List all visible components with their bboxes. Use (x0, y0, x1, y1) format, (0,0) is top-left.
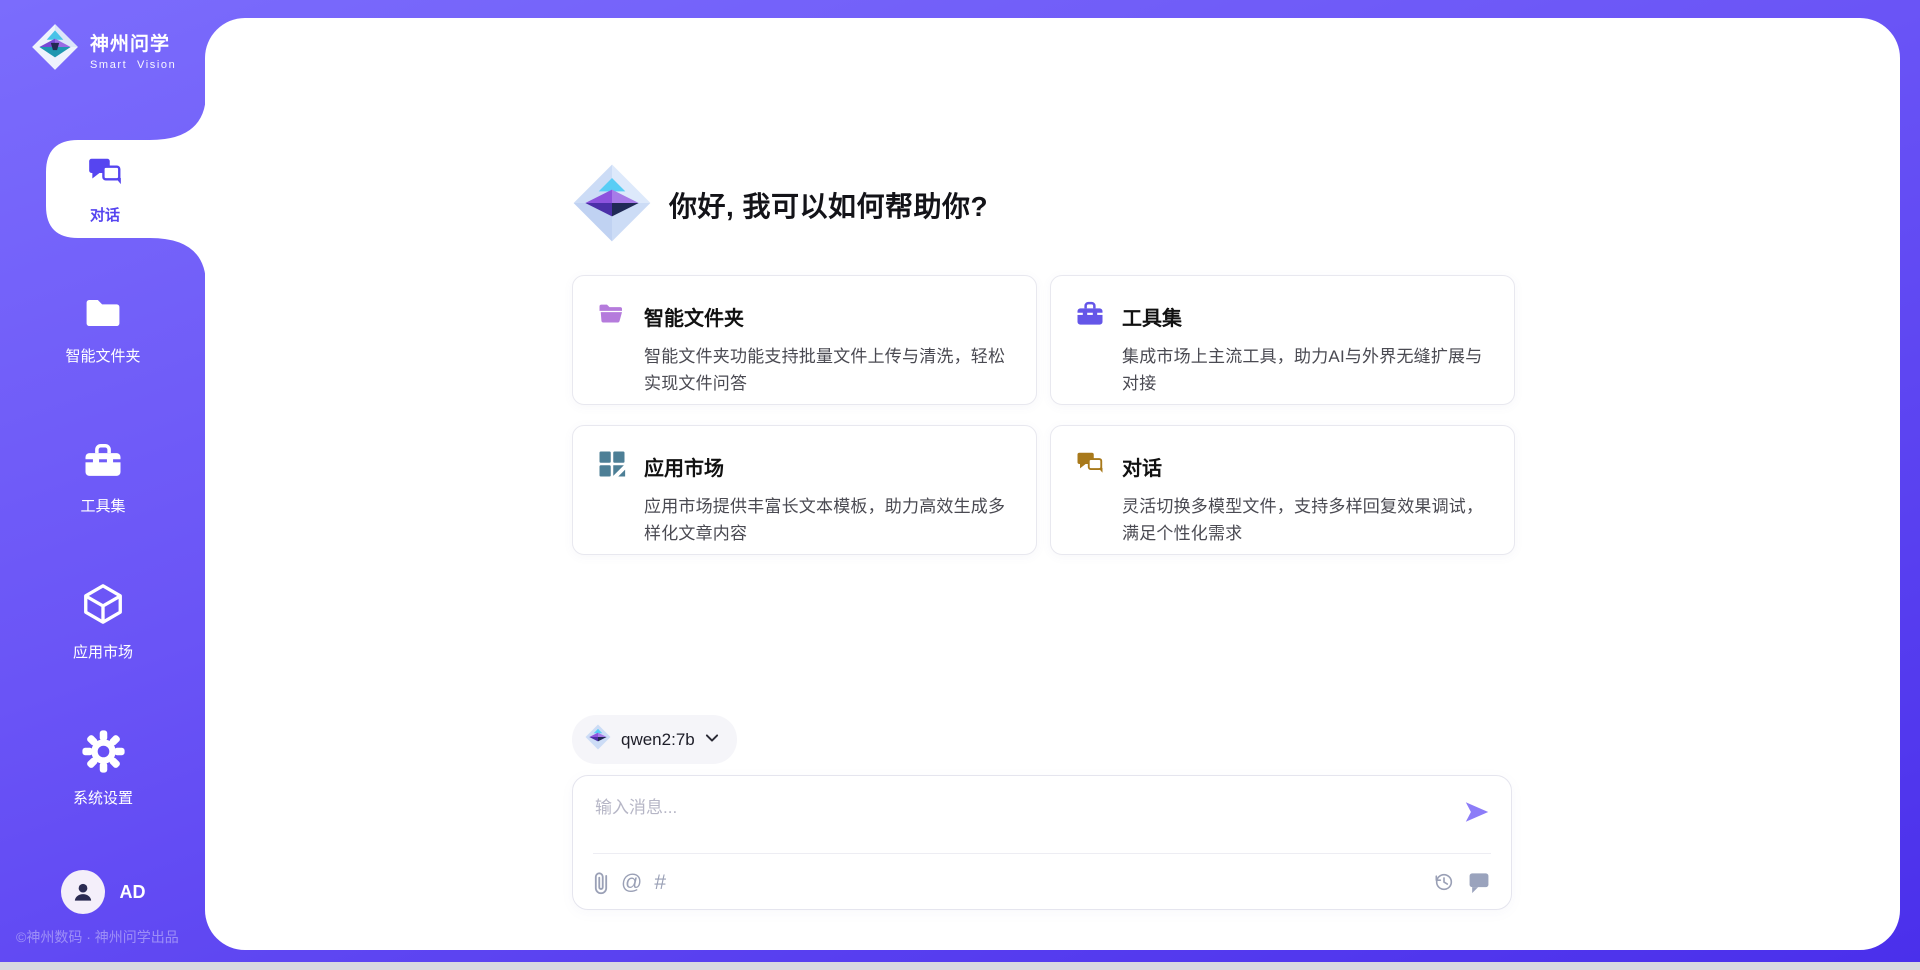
bottom-edge-strip (0, 962, 1920, 970)
sidebar-item-label: 对话 (90, 204, 120, 225)
model-name: qwen2:7b (621, 730, 695, 750)
card-description: 智能文件夹功能支持批量文件上传与清洗，轻松实现文件问答 (644, 343, 1012, 397)
sidebar-item-label: 智能文件夹 (65, 345, 140, 366)
card-title: 应用市场 (644, 452, 724, 481)
folder-open-icon (597, 299, 627, 334)
brand: 神州问学 Smart Vision (30, 22, 176, 77)
greeting-block: 你好, 我可以如何帮助你? (572, 165, 1515, 245)
toolbox-icon (82, 440, 124, 487)
card-smart-folder[interactable]: 智能文件夹 智能文件夹功能支持批量文件上传与清洗，轻松实现文件问答 (572, 275, 1037, 405)
model-logo-diamond-icon (585, 724, 611, 755)
card-description: 灵活切换多模型文件，支持多样回复效果调试，满足个性化需求 (1122, 493, 1490, 547)
mention-icon[interactable]: @ (621, 872, 642, 893)
card-title: 对话 (1122, 452, 1162, 481)
brand-diamond-icon (30, 22, 80, 77)
sidebar: 神州问学 Smart Vision 对话 智能文件夹 (0, 0, 206, 970)
message-composer: @ # (572, 775, 1512, 910)
card-title: 智能文件夹 (644, 302, 744, 331)
hashtag-icon[interactable]: # (654, 872, 666, 893)
sidebar-item-label: 系统设置 (73, 787, 133, 808)
sidebar-item-app-market[interactable]: 应用市场 (0, 580, 206, 662)
card-description: 集成市场上主流工具，助力AI与外界无缝扩展与对接 (1122, 343, 1490, 397)
sidebar-item-settings[interactable]: 系统设置 (0, 729, 206, 808)
chevron-down-icon (705, 731, 719, 749)
history-icon[interactable] (1433, 871, 1455, 893)
send-icon[interactable] (1463, 797, 1491, 832)
card-description: 应用市场提供丰富长文本模板，助力高效生成多样化文章内容 (644, 493, 1012, 547)
sidebar-item-smart-folder[interactable]: 智能文件夹 (0, 294, 206, 366)
sidebar-item-toolset[interactable]: 工具集 (0, 440, 206, 516)
toolbox-icon (1075, 299, 1105, 334)
copyright-footer: ©神州数码 · 神州问学出品 (16, 927, 179, 947)
user-initials: AD (120, 882, 146, 903)
grid-cube-icon (597, 449, 627, 484)
attachment-icon[interactable] (593, 869, 609, 895)
card-chat[interactable]: 对话 灵活切换多模型文件，支持多样回复效果调试，满足个性化需求 (1050, 425, 1515, 555)
composer-divider (593, 853, 1491, 854)
brand-name: 神州问学 (90, 29, 176, 56)
sidebar-item-label: 工具集 (80, 495, 125, 516)
feature-cards: 智能文件夹 智能文件夹功能支持批量文件上传与清洗，轻松实现文件问答 (572, 275, 1515, 555)
card-toolset[interactable]: 工具集 集成市场上主流工具，助力AI与外界无缝扩展与对接 (1050, 275, 1515, 405)
card-title: 工具集 (1122, 302, 1182, 331)
greeting-text: 你好, 我可以如何帮助你? (669, 185, 988, 225)
avatar (61, 870, 105, 914)
gear-icon (81, 729, 126, 779)
app-logo-diamond-icon (572, 163, 652, 248)
quick-message-icon[interactable] (1467, 870, 1491, 894)
folder-icon (82, 294, 124, 337)
chat-bubbles-icon (1075, 449, 1105, 484)
user-profile[interactable]: AD (0, 870, 206, 914)
message-input[interactable] (595, 793, 1455, 845)
card-app-market[interactable]: 应用市场 应用市场提供丰富长文本模板，助力高效生成多样化文章内容 (572, 425, 1037, 555)
chat-bubbles-icon (86, 154, 124, 197)
sidebar-item-label: 应用市场 (73, 641, 133, 662)
brand-subtitle: Smart Vision (90, 59, 176, 71)
main-panel: 你好, 我可以如何帮助你? 智能文件夹 智能文件夹功能支持批量文件上传与清洗，轻… (205, 18, 1900, 950)
cube-icon (80, 580, 126, 633)
sidebar-item-chat[interactable]: 对话 (46, 140, 164, 238)
model-selector[interactable]: qwen2:7b (572, 715, 737, 764)
